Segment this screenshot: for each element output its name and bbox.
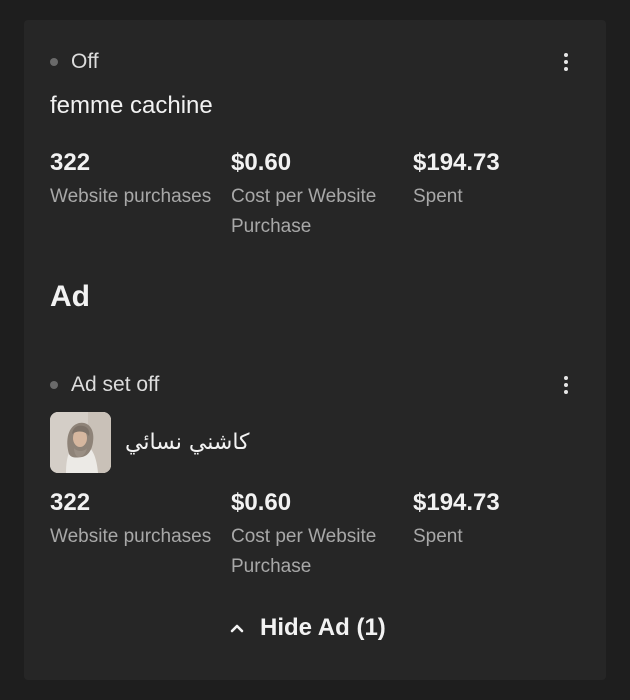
more-vertical-icon-dot [564,67,568,71]
ad-thumbnail-image [50,411,111,473]
campaign-metrics: 322 Website purchases $0.60 Cost per Web… [50,148,590,248]
metric-spent: $194.73 Spent [413,488,583,552]
screen: Off femme cachine 322 Website purchases … [0,0,630,700]
metric-website-purchases: 322 Website purchases [50,148,220,212]
metric-value: 322 [50,489,91,516]
metric-value: $194.73 [413,489,500,516]
metric-label: Spent [413,186,463,207]
ad-name: كاشني نسائي [125,429,250,455]
campaign-name[interactable]: femme cachine [50,92,213,120]
more-vertical-icon-dot [564,376,568,380]
ad-status-text: Ad set off [71,373,160,396]
ad-row[interactable]: كاشني نسائي [50,411,250,473]
more-vertical-icon-dot [564,60,568,64]
metric-cost-per-purchase: $0.60 Cost per Website Purchase [231,488,401,582]
campaign-more-options-button[interactable] [552,47,580,77]
metric-value: 322 [50,149,91,176]
ad-more-options-button[interactable] [552,370,580,400]
metric-value: $0.60 [231,149,292,176]
metric-label: Cost per Website Purchase [231,186,377,237]
status-dot-icon [50,381,58,389]
more-vertical-icon-dot [564,53,568,57]
metric-label: Cost per Website Purchase [231,526,377,577]
ad-status-row: Ad set off [50,370,159,400]
metric-label: Website purchases [50,526,212,547]
metric-label: Website purchases [50,186,212,207]
chevron-up-icon [230,624,244,633]
more-vertical-icon-dot [564,383,568,387]
metric-cost-per-purchase: $0.60 Cost per Website Purchase [231,148,401,242]
metric-website-purchases: 322 Website purchases [50,488,220,552]
metric-label: Spent [413,526,463,547]
campaign-status-row: Off [50,47,99,77]
ad-metrics: 322 Website purchases $0.60 Cost per Web… [50,488,590,588]
hide-ad-label: Hide Ad (1) [260,614,386,641]
more-vertical-icon-dot [564,390,568,394]
campaign-status-text: Off [71,50,99,73]
section-heading-ad: Ad [50,280,90,313]
hide-ad-button[interactable]: Hide Ad (1) [226,610,386,646]
metric-value: $194.73 [413,149,500,176]
status-dot-icon [50,58,58,66]
metric-value: $0.60 [231,489,292,516]
metric-spent: $194.73 Spent [413,148,583,212]
